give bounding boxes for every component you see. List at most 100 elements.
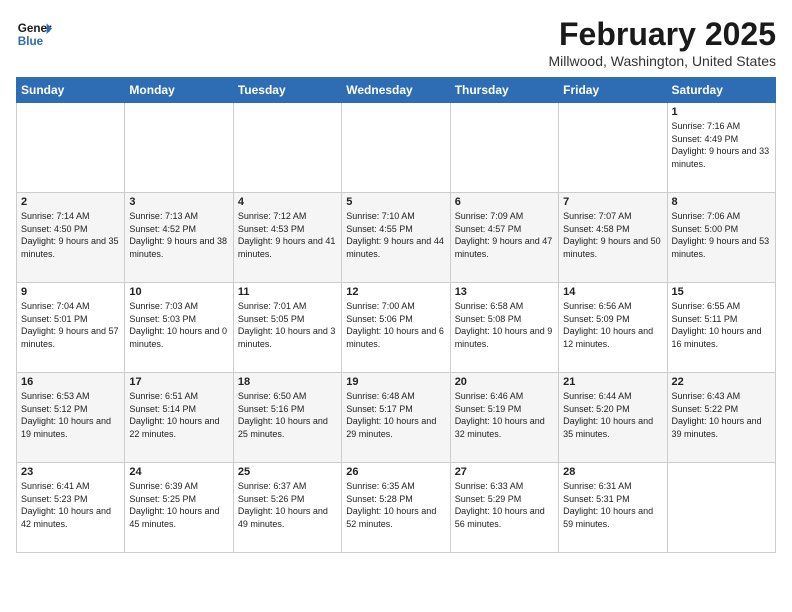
day-info: Sunrise: 7:09 AM Sunset: 4:57 PM Dayligh… — [455, 210, 554, 260]
calendar-cell: 18 Sunrise: 6:50 AM Sunset: 5:16 PM Dayli… — [233, 373, 341, 463]
day-number: 24 — [129, 466, 228, 478]
day-number: 16 — [21, 376, 120, 388]
weekday-header: Thursday — [450, 78, 558, 103]
calendar-cell: 15 Sunrise: 6:55 AM Sunset: 5:11 PM Dayli… — [667, 283, 775, 373]
calendar-subtitle: Millwood, Washington, United States — [549, 53, 776, 69]
calendar-cell — [342, 103, 450, 193]
day-info: Sunrise: 6:43 AM Sunset: 5:22 PM Dayligh… — [672, 390, 771, 440]
calendar-title: February 2025 — [549, 16, 776, 53]
day-info: Sunrise: 7:06 AM Sunset: 5:00 PM Dayligh… — [672, 210, 771, 260]
calendar-cell — [559, 103, 667, 193]
calendar-cell: 28 Sunrise: 6:31 AM Sunset: 5:31 PM Dayli… — [559, 463, 667, 553]
calendar-cell: 4 Sunrise: 7:12 AM Sunset: 4:53 PM Daylig… — [233, 193, 341, 283]
weekday-header: Monday — [125, 78, 233, 103]
day-number: 6 — [455, 196, 554, 208]
weekday-header: Friday — [559, 78, 667, 103]
day-info: Sunrise: 6:55 AM Sunset: 5:11 PM Dayligh… — [672, 300, 771, 350]
calendar-cell — [125, 103, 233, 193]
day-info: Sunrise: 7:07 AM Sunset: 4:58 PM Dayligh… — [563, 210, 662, 260]
calendar-cell: 21 Sunrise: 6:44 AM Sunset: 5:20 PM Dayli… — [559, 373, 667, 463]
day-info: Sunrise: 6:37 AM Sunset: 5:26 PM Dayligh… — [238, 480, 337, 530]
weekday-header: Sunday — [17, 78, 125, 103]
day-number: 4 — [238, 196, 337, 208]
day-number: 25 — [238, 466, 337, 478]
day-number: 9 — [21, 286, 120, 298]
logo-icon: General Blue — [16, 16, 52, 52]
calendar-cell: 20 Sunrise: 6:46 AM Sunset: 5:19 PM Dayli… — [450, 373, 558, 463]
day-info: Sunrise: 6:46 AM Sunset: 5:19 PM Dayligh… — [455, 390, 554, 440]
calendar-cell: 3Sunrise: 7:13 AM Sunset: 4:52 PM Daylig… — [125, 193, 233, 283]
calendar-week-row: 2 Sunrise: 7:14 AM Sunset: 4:50 PM Daylig… — [17, 193, 776, 283]
day-info: Sunrise: 6:58 AM Sunset: 5:08 PM Dayligh… — [455, 300, 554, 350]
calendar-cell: 16Sunrise: 6:53 AM Sunset: 5:12 PM Dayli… — [17, 373, 125, 463]
calendar-cell: 17 Sunrise: 6:51 AM Sunset: 5:14 PM Dayli… — [125, 373, 233, 463]
calendar-cell — [450, 103, 558, 193]
calendar-week-row: 16Sunrise: 6:53 AM Sunset: 5:12 PM Dayli… — [17, 373, 776, 463]
day-number: 22 — [672, 376, 771, 388]
day-info: Sunrise: 7:04 AM Sunset: 5:01 PM Dayligh… — [21, 300, 120, 350]
day-number: 21 — [563, 376, 662, 388]
day-number: 11 — [238, 286, 337, 298]
day-info: Sunrise: 7:01 AM Sunset: 5:05 PM Dayligh… — [238, 300, 337, 350]
day-number: 15 — [672, 286, 771, 298]
calendar-cell — [667, 463, 775, 553]
day-info: Sunrise: 6:35 AM Sunset: 5:28 PM Dayligh… — [346, 480, 445, 530]
calendar-cell: 19 Sunrise: 6:48 AM Sunset: 5:17 PM Dayli… — [342, 373, 450, 463]
calendar-cell: 26 Sunrise: 6:35 AM Sunset: 5:28 PM Dayli… — [342, 463, 450, 553]
day-info: Sunrise: 7:10 AM Sunset: 4:55 PM Dayligh… — [346, 210, 445, 260]
calendar-cell: 8 Sunrise: 7:06 AM Sunset: 5:00 PM Daylig… — [667, 193, 775, 283]
day-info: Sunrise: 7:14 AM Sunset: 4:50 PM Dayligh… — [21, 210, 120, 260]
svg-text:Blue: Blue — [18, 35, 44, 48]
day-number: 13 — [455, 286, 554, 298]
day-info: Sunrise: 6:33 AM Sunset: 5:29 PM Dayligh… — [455, 480, 554, 530]
day-info: Sunrise: 6:39 AM Sunset: 5:25 PM Dayligh… — [129, 480, 228, 530]
day-info: Sunrise: 6:50 AM Sunset: 5:16 PM Dayligh… — [238, 390, 337, 440]
calendar-cell: 6 Sunrise: 7:09 AM Sunset: 4:57 PM Daylig… — [450, 193, 558, 283]
day-number: 1 — [672, 106, 771, 118]
weekday-header-row: SundayMondayTuesdayWednesdayThursdayFrid… — [17, 78, 776, 103]
day-number: 14 — [563, 286, 662, 298]
day-info: Sunrise: 6:41 AM Sunset: 5:23 PM Dayligh… — [21, 480, 120, 530]
day-info: Sunrise: 6:48 AM Sunset: 5:17 PM Dayligh… — [346, 390, 445, 440]
day-info: Sunrise: 6:31 AM Sunset: 5:31 PM Dayligh… — [563, 480, 662, 530]
calendar-cell: 25 Sunrise: 6:37 AM Sunset: 5:26 PM Dayli… — [233, 463, 341, 553]
day-number: 20 — [455, 376, 554, 388]
weekday-header: Tuesday — [233, 78, 341, 103]
day-info: Sunrise: 7:03 AM Sunset: 5:03 PM Dayligh… — [129, 300, 228, 350]
page-header: General Blue February 2025 Millwood, Was… — [16, 16, 776, 69]
day-number: 26 — [346, 466, 445, 478]
calendar-cell: 9 Sunrise: 7:04 AM Sunset: 5:01 PM Daylig… — [17, 283, 125, 373]
day-number: 19 — [346, 376, 445, 388]
weekday-header: Wednesday — [342, 78, 450, 103]
calendar-cell: 1 Sunrise: 7:16 AM Sunset: 4:49 PM Daylig… — [667, 103, 775, 193]
calendar-cell — [233, 103, 341, 193]
calendar-cell: 23Sunrise: 6:41 AM Sunset: 5:23 PM Dayli… — [17, 463, 125, 553]
day-number: 18 — [238, 376, 337, 388]
day-number: 17 — [129, 376, 228, 388]
calendar-cell: 7Sunrise: 7:07 AM Sunset: 4:58 PM Daylig… — [559, 193, 667, 283]
day-info: Sunrise: 7:16 AM Sunset: 4:49 PM Dayligh… — [672, 120, 771, 170]
logo: General Blue — [16, 16, 52, 52]
day-info: Sunrise: 6:44 AM Sunset: 5:20 PM Dayligh… — [563, 390, 662, 440]
calendar-cell: 22 Sunrise: 6:43 AM Sunset: 5:22 PM Dayli… — [667, 373, 775, 463]
day-number: 10 — [129, 286, 228, 298]
title-block: February 2025 Millwood, Washington, Unit… — [549, 16, 776, 69]
calendar-cell: 14 Sunrise: 6:56 AM Sunset: 5:09 PM Dayli… — [559, 283, 667, 373]
calendar-cell: 24 Sunrise: 6:39 AM Sunset: 5:25 PM Dayli… — [125, 463, 233, 553]
day-number: 8 — [672, 196, 771, 208]
day-number: 2 — [21, 196, 120, 208]
day-number: 28 — [563, 466, 662, 478]
calendar-cell: 13 Sunrise: 6:58 AM Sunset: 5:08 PM Dayli… — [450, 283, 558, 373]
day-info: Sunrise: 6:56 AM Sunset: 5:09 PM Dayligh… — [563, 300, 662, 350]
weekday-header: Saturday — [667, 78, 775, 103]
calendar-cell: 2 Sunrise: 7:14 AM Sunset: 4:50 PM Daylig… — [17, 193, 125, 283]
day-info: Sunrise: 7:12 AM Sunset: 4:53 PM Dayligh… — [238, 210, 337, 260]
calendar-cell — [17, 103, 125, 193]
calendar-week-row: 23Sunrise: 6:41 AM Sunset: 5:23 PM Dayli… — [17, 463, 776, 553]
calendar-cell: 10 Sunrise: 7:03 AM Sunset: 5:03 PM Dayli… — [125, 283, 233, 373]
calendar-cell: 11 Sunrise: 7:01 AM Sunset: 5:05 PM Dayli… — [233, 283, 341, 373]
day-number: 5 — [346, 196, 445, 208]
day-info: Sunrise: 6:51 AM Sunset: 5:14 PM Dayligh… — [129, 390, 228, 440]
day-info: Sunrise: 7:00 AM Sunset: 5:06 PM Dayligh… — [346, 300, 445, 350]
calendar-table: SundayMondayTuesdayWednesdayThursdayFrid… — [16, 77, 776, 553]
